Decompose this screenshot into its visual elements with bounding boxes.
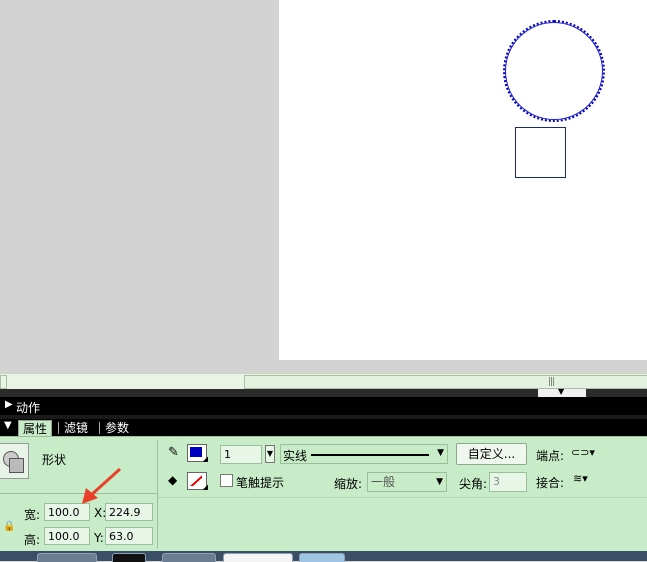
panel-horizontal-divider xyxy=(158,497,647,498)
dropdown-arrow-icon: ◢ xyxy=(202,483,208,491)
pasteboard xyxy=(0,0,279,360)
actions-panel-header[interactable]: ▶ 动作 xyxy=(0,397,647,415)
square-shape[interactable] xyxy=(515,127,566,178)
fill-color-swatch[interactable]: ◢ xyxy=(187,472,208,491)
scrollbar-thumb[interactable] xyxy=(244,375,647,389)
stroke-style-label: 实线 xyxy=(283,449,308,463)
collapse-panel-button[interactable]: ▼ xyxy=(538,387,586,397)
tab-parameters[interactable]: 参数 xyxy=(101,420,133,436)
dropdown-arrow-icon: ▼ xyxy=(437,448,444,458)
scale-select[interactable]: 一般 ▼ xyxy=(367,472,447,492)
stroke-height-dropdown[interactable]: ▼ xyxy=(265,445,275,463)
lock-icon[interactable]: 🔒 xyxy=(3,521,15,532)
properties-tab-bar: ▼ 属性 滤镜 参数 xyxy=(0,419,647,437)
y-label: Y: xyxy=(94,531,104,545)
dropdown-arrow-icon: ▼ xyxy=(436,477,443,487)
stroke-color-fill xyxy=(190,447,202,457)
pasteboard-bottom xyxy=(279,360,647,373)
join-label: 接合: xyxy=(536,476,565,490)
shape-icon xyxy=(0,443,29,479)
panel-vertical-divider xyxy=(157,440,158,548)
shape-type-label: 形状 xyxy=(42,453,67,467)
cap-label: 端点: xyxy=(536,449,565,463)
stroke-hint-checkbox[interactable] xyxy=(220,474,233,487)
miter-label: 尖角: xyxy=(459,477,488,491)
tab-filters[interactable]: 滤镜 xyxy=(60,420,92,436)
dropdown-arrow-icon: ◢ xyxy=(202,455,208,463)
scale-label: 缩放: xyxy=(334,477,363,491)
tab-separator xyxy=(99,422,100,434)
stroke-style-select[interactable]: 实线 ▼ xyxy=(280,444,448,464)
height-label: 高: xyxy=(24,533,41,547)
miter-field[interactable]: 3 xyxy=(489,472,527,492)
pencil-icon: ✎ xyxy=(168,445,179,460)
collapse-arrow-icon[interactable]: ▼ xyxy=(4,420,12,431)
custom-stroke-button[interactable]: 自定义... xyxy=(456,443,527,465)
y-field[interactable]: 63.0 xyxy=(105,527,153,545)
scrollbar-left-cap[interactable] xyxy=(0,375,7,389)
stroke-style-preview xyxy=(311,454,429,456)
width-label: 宽: xyxy=(24,508,41,522)
stroke-color-swatch[interactable]: ◢ xyxy=(187,444,208,463)
collapse-arrow-icon: ▼ xyxy=(558,387,565,396)
tab-properties[interactable]: 属性 xyxy=(18,420,53,437)
join-style-icon[interactable]: ≋▾ xyxy=(573,472,588,485)
cap-style-icon[interactable]: ⊂⊃▾ xyxy=(571,446,595,459)
no-fill-indicator xyxy=(190,475,202,486)
stroke-hint-label: 笔触提示 xyxy=(236,476,285,490)
stroke-height-field[interactable]: 1 xyxy=(220,445,262,464)
scale-value: 一般 xyxy=(371,475,396,489)
tab-separator xyxy=(58,422,59,434)
scrollbar-grip[interactable]: ||| xyxy=(548,377,555,387)
paint-bucket-icon: ◆ xyxy=(168,473,178,487)
circle-shape[interactable] xyxy=(503,20,605,122)
height-field[interactable]: 100.0 xyxy=(44,527,90,545)
annotation-arrow-icon xyxy=(82,467,122,504)
actions-panel-title: 动作 xyxy=(16,401,41,415)
expand-arrow-icon: ▶ xyxy=(5,399,13,410)
horizontal-scrollbar[interactable]: ||| xyxy=(0,373,647,390)
